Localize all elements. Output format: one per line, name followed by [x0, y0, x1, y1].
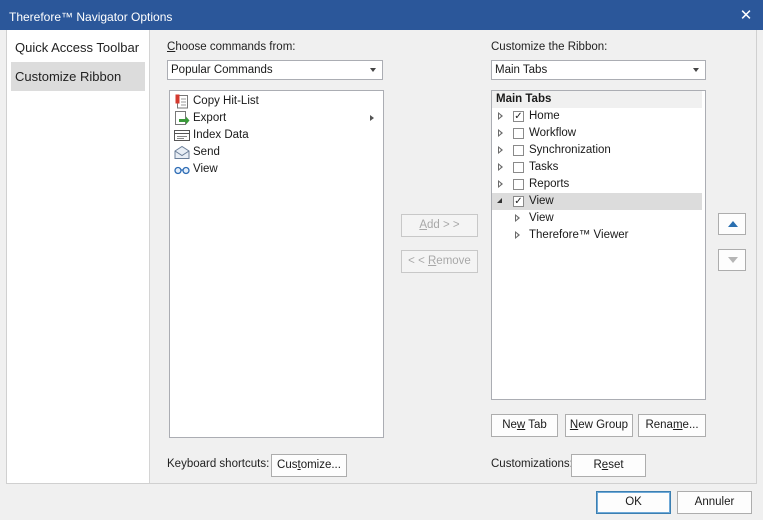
- nav-item-quick-access-toolbar[interactable]: Quick Access Toolbar: [11, 33, 145, 62]
- expand-icon[interactable]: [498, 180, 503, 188]
- list-item-export[interactable]: Export: [172, 110, 380, 127]
- expand-icon[interactable]: [498, 112, 503, 120]
- copy-hitlist-icon: [174, 94, 190, 109]
- ribbon-tree[interactable]: Main Tabs ✓ Home Workflow Synchronizatio…: [491, 90, 706, 400]
- expand-icon[interactable]: [498, 146, 503, 154]
- tree-header: Main Tabs: [492, 91, 702, 108]
- tree-item-label: Home: [529, 110, 560, 122]
- tree-item-label: Workflow: [529, 127, 577, 139]
- tree-item-home[interactable]: ✓ Home: [492, 108, 702, 125]
- glasses-icon: [174, 162, 190, 177]
- chevron-down-icon: [693, 68, 699, 72]
- nav-item-customize-ribbon[interactable]: Customize Ribbon: [11, 62, 145, 91]
- chevron-down-icon: [370, 68, 376, 72]
- list-item-label: View: [193, 163, 218, 175]
- cancel-button[interactable]: Annuler: [677, 491, 752, 514]
- ok-button[interactable]: OK: [596, 491, 671, 514]
- envelope-icon: [174, 145, 190, 160]
- tree-item-workflow[interactable]: Workflow: [492, 125, 702, 142]
- dialog-body: Quick Access Toolbar Customize Ribbon Ch…: [6, 30, 757, 484]
- keyboard-shortcuts-label: Keyboard shortcuts:: [167, 458, 270, 470]
- tree-item-reports[interactable]: Reports: [492, 176, 702, 193]
- ribbon-tabs-dropdown[interactable]: Main Tabs: [491, 60, 706, 80]
- remove-button[interactable]: < < Remove: [401, 250, 478, 273]
- tree-item-label: Reports: [529, 178, 570, 190]
- triangle-up-icon: [728, 221, 738, 227]
- checkbox-synchronization[interactable]: [513, 145, 524, 156]
- tree-item-synchronization[interactable]: Synchronization: [492, 142, 702, 159]
- expand-icon[interactable]: [515, 214, 520, 222]
- index-data-icon: [174, 128, 190, 143]
- tree-item-label: Tasks: [529, 161, 559, 173]
- command-source-value: Popular Commands: [171, 64, 273, 76]
- chevron-right-icon: [370, 115, 374, 121]
- choose-commands-label: Choose commands from:: [167, 41, 296, 53]
- list-item-index-data[interactable]: Index Data: [172, 127, 380, 144]
- checkbox-home[interactable]: ✓: [513, 111, 524, 122]
- checkbox-workflow[interactable]: [513, 128, 524, 139]
- title-bar: Therefore™ Navigator Options ✕: [0, 0, 763, 30]
- tree-item-label: Therefore™ Viewer: [529, 229, 629, 241]
- rename-button[interactable]: Rename...: [638, 414, 706, 437]
- expand-icon[interactable]: [498, 163, 503, 171]
- export-icon: [174, 111, 190, 126]
- tree-item-therefore-viewer[interactable]: Therefore™ Viewer: [492, 227, 702, 244]
- list-item-label: Export: [193, 112, 227, 124]
- tree-item-view-group[interactable]: View: [492, 210, 702, 227]
- expand-icon[interactable]: [498, 129, 503, 137]
- commands-list[interactable]: Copy Hit-List Export Index Data Send Vie…: [169, 90, 384, 438]
- command-source-dropdown[interactable]: Popular Commands: [167, 60, 383, 80]
- expand-icon[interactable]: [515, 231, 520, 239]
- customizations-label: Customizations:: [491, 458, 573, 470]
- list-item-label: Send: [193, 146, 220, 158]
- ribbon-tabs-value: Main Tabs: [495, 64, 548, 76]
- category-nav: Quick Access Toolbar Customize Ribbon: [7, 30, 150, 483]
- move-down-button[interactable]: [718, 249, 746, 271]
- list-item-label: Copy Hit-List: [193, 95, 259, 107]
- list-item-view[interactable]: View: [172, 161, 380, 178]
- list-item-send[interactable]: Send: [172, 144, 380, 161]
- list-item-label: Index Data: [193, 129, 249, 141]
- list-item-copy-hit-list[interactable]: Copy Hit-List: [172, 93, 380, 110]
- window-title: Therefore™ Navigator Options: [9, 10, 173, 24]
- tree-item-label: View: [529, 195, 554, 207]
- move-up-button[interactable]: [718, 213, 746, 235]
- close-icon[interactable]: ✕: [729, 0, 763, 30]
- checkbox-view[interactable]: ✓: [513, 196, 524, 207]
- reset-button[interactable]: Reset: [571, 454, 646, 477]
- new-group-button[interactable]: New Group: [565, 414, 633, 437]
- tree-item-tasks[interactable]: Tasks: [492, 159, 702, 176]
- checkbox-reports[interactable]: [513, 179, 524, 190]
- tree-item-label: Synchronization: [529, 144, 611, 156]
- add-button[interactable]: Add > >: [401, 214, 478, 237]
- new-tab-button[interactable]: New Tab: [491, 414, 558, 437]
- checkbox-tasks[interactable]: [513, 162, 524, 173]
- tree-item-view[interactable]: ✓ View: [492, 193, 702, 210]
- collapse-icon[interactable]: [497, 198, 502, 203]
- customize-ribbon-label: Customize the Ribbon:: [491, 41, 608, 53]
- triangle-down-icon: [728, 257, 738, 263]
- tree-item-label: View: [529, 212, 554, 224]
- customize-shortcuts-button[interactable]: Customize...: [271, 454, 347, 477]
